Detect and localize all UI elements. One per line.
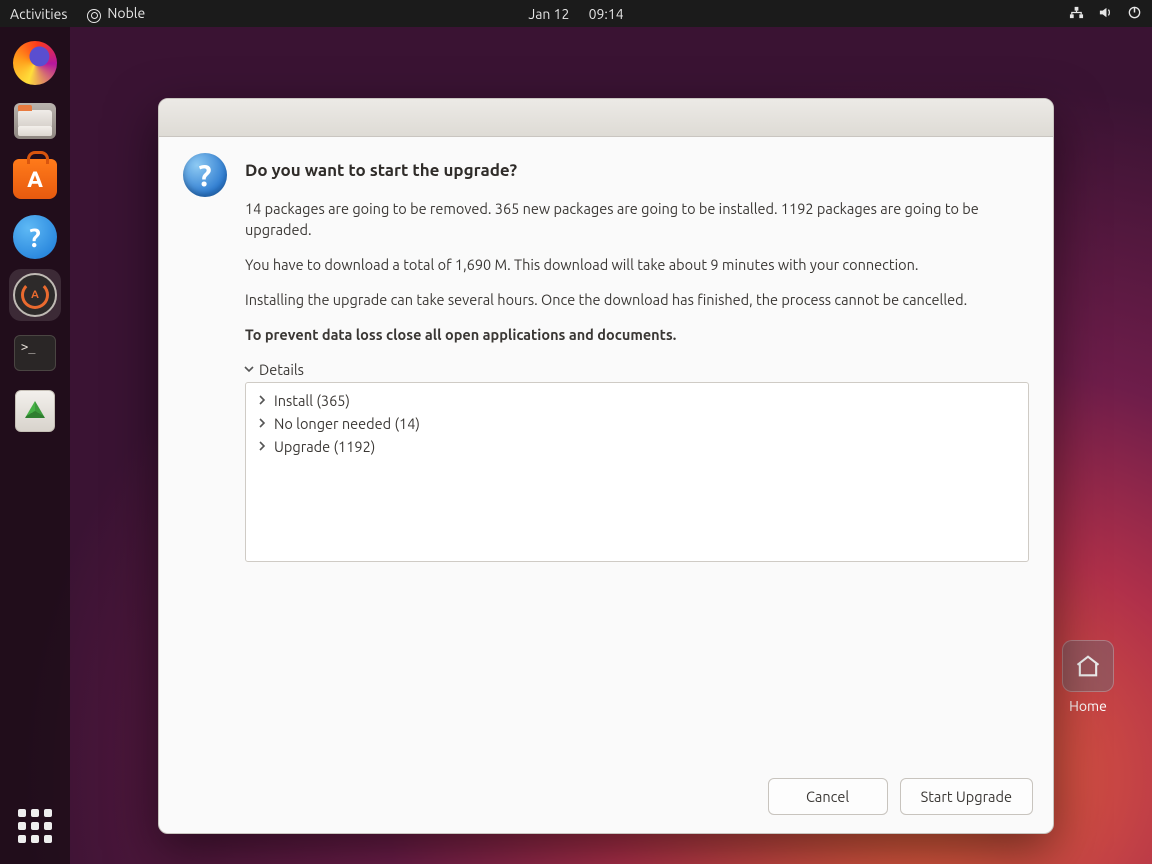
- dock-files[interactable]: [9, 95, 61, 147]
- dock-show-apps[interactable]: [9, 800, 61, 852]
- app-menu[interactable]: Noble: [87, 5, 145, 22]
- chevron-right-icon: [256, 438, 268, 455]
- tree-row-label: Install (365): [274, 392, 350, 409]
- dock-software[interactable]: [9, 153, 61, 205]
- volume-icon[interactable]: [1098, 5, 1113, 23]
- clock[interactable]: Jan 12 09:14: [528, 6, 623, 22]
- upgrade-dialog: ? Do you want to start the upgrade? 14 p…: [158, 98, 1054, 834]
- chevron-down-icon: [243, 361, 255, 378]
- tree-row-no-longer-needed[interactable]: No longer needed (14): [250, 412, 1024, 435]
- dialog-install-info: Installing the upgrade can take several …: [245, 289, 1029, 310]
- tree-row-upgrade[interactable]: Upgrade (1192): [250, 435, 1024, 458]
- cancel-button[interactable]: Cancel: [768, 778, 888, 815]
- top-bar: Activities Noble Jan 12 09:14: [0, 0, 1152, 27]
- trash-icon: [15, 390, 55, 432]
- dialog-summary-packages: 14 packages are going to be removed. 365…: [245, 198, 1029, 240]
- home-folder-label: Home: [1062, 698, 1114, 714]
- app-menu-label: Noble: [107, 5, 145, 21]
- details-label: Details: [259, 361, 304, 378]
- dock-firefox[interactable]: [9, 37, 61, 89]
- clock-time: 09:14: [589, 6, 624, 22]
- firefox-icon: [13, 41, 57, 85]
- dialog-warning: To prevent data loss close all open appl…: [245, 324, 1029, 345]
- dialog-titlebar[interactable]: [159, 99, 1053, 137]
- network-icon[interactable]: [1069, 5, 1084, 23]
- app-menu-icon: [87, 9, 101, 23]
- details-tree[interactable]: Install (365) No longer needed (14) Upgr…: [245, 382, 1029, 562]
- dock-help[interactable]: ?: [9, 211, 61, 263]
- dock-trash[interactable]: [9, 385, 61, 437]
- dialog-footer: Cancel Start Upgrade: [159, 764, 1053, 833]
- power-icon[interactable]: [1127, 5, 1142, 23]
- tree-row-install[interactable]: Install (365): [250, 389, 1024, 412]
- home-folder-icon: [1062, 640, 1114, 692]
- start-upgrade-button[interactable]: Start Upgrade: [900, 778, 1033, 815]
- software-updater-icon: [13, 273, 57, 317]
- desktop-home-folder[interactable]: Home: [1062, 640, 1114, 714]
- details-toggle[interactable]: Details: [243, 361, 1029, 378]
- chevron-right-icon: [256, 415, 268, 432]
- activities-button[interactable]: Activities: [10, 6, 67, 22]
- question-icon: ?: [183, 153, 227, 197]
- dialog-download-info: You have to download a total of 1,690 M.…: [245, 254, 1029, 275]
- dock: ?: [0, 27, 70, 864]
- terminal-icon: [14, 335, 56, 371]
- tree-row-label: No longer needed (14): [274, 415, 420, 432]
- files-icon: [14, 103, 56, 139]
- chevron-right-icon: [256, 392, 268, 409]
- help-icon: ?: [13, 215, 57, 259]
- dialog-heading: Do you want to start the upgrade?: [245, 161, 1029, 180]
- tree-row-label: Upgrade (1192): [274, 438, 375, 455]
- dock-software-updater[interactable]: [9, 269, 61, 321]
- dock-terminal[interactable]: [9, 327, 61, 379]
- software-store-icon: [13, 159, 57, 199]
- clock-date: Jan 12: [528, 6, 569, 22]
